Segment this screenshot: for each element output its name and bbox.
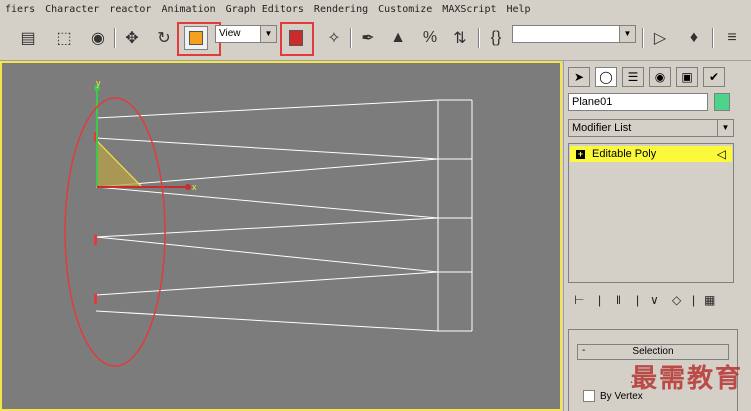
rollout-title: Selection [632, 346, 674, 357]
select-by-name-icon[interactable]: ▤ [16, 26, 40, 50]
subobject-triangle-icon: ◁ [716, 147, 726, 161]
move-icon[interactable]: ✥ [120, 26, 144, 50]
configure-modifier-sets-icon[interactable]: ▦ [704, 293, 715, 307]
modifier-list-label: Modifier List [572, 122, 632, 134]
viewport-canvas: y x [64, 78, 473, 367]
rotate-icon[interactable]: ↻ [152, 26, 176, 50]
separator [114, 28, 116, 48]
show-end-result-icon[interactable]: ‖ [616, 293, 621, 307]
align-icon[interactable]: ♦ [682, 26, 706, 50]
edge-marker [94, 294, 97, 304]
spinner-snap-icon[interactable]: ⇅ [448, 26, 472, 50]
object-name-value: Plane01 [572, 96, 613, 108]
stack-item-label: Editable Poly [592, 148, 657, 160]
menu-item-modifiers[interactable]: fiers [0, 4, 40, 15]
viewport[interactable]: y x [0, 61, 562, 411]
edit-named-selection-icon[interactable]: {} [484, 26, 508, 50]
pin-stack-icon[interactable]: ⊢ [574, 293, 584, 307]
snap-3d-icon[interactable]: ✒ [356, 26, 380, 50]
main-toolbar: ▤ ⬚ ◉ ✥ ↻ View ▼ ✧ ✒ ▲ % ⇅ {} ▼ ▷ ♦ ≡ [0, 18, 751, 61]
wireframe-mesh [95, 99, 473, 332]
rectangle-selection-icon[interactable]: ⬚ [52, 26, 76, 50]
display-tab-icon[interactable]: ▣ [676, 67, 698, 87]
angle-snap-icon[interactable]: ▲ [386, 26, 410, 50]
edge-marker [94, 235, 97, 245]
watermark-logo: 最需教育 [630, 364, 743, 394]
separator: | [692, 293, 696, 307]
create-tab-icon[interactable]: ➤ [568, 67, 590, 87]
menu-item-reactor[interactable]: reactor [104, 4, 156, 15]
percent-snap-icon[interactable]: % [418, 26, 442, 50]
stack-item-editable-poly[interactable]: + Editable Poly ◁ [570, 146, 732, 162]
motion-tab-icon[interactable]: ◉ [649, 67, 671, 87]
layer-manager-icon[interactable]: ≡ [720, 26, 744, 50]
expand-icon[interactable]: + [576, 149, 585, 159]
object-color-swatch[interactable] [714, 93, 730, 111]
chevron-down-icon[interactable]: ▼ [717, 120, 733, 136]
annotation-ellipse [64, 97, 166, 367]
make-unique-icon[interactable]: ∨ [650, 293, 659, 307]
separator: | [598, 293, 602, 307]
modifier-stack: + Editable Poly ◁ [568, 143, 734, 283]
reference-coordinate-dropdown[interactable]: View ▼ [215, 25, 277, 43]
object-name-field[interactable]: Plane01 [568, 93, 708, 111]
menu-item-animation[interactable]: Animation [156, 4, 220, 15]
chevron-down-icon[interactable]: ▼ [619, 26, 635, 42]
separator [642, 28, 644, 48]
menu-item-customize[interactable]: Customize [373, 4, 437, 15]
checkbox-box[interactable] [583, 390, 595, 402]
chevron-down-icon[interactable]: ▼ [260, 26, 276, 42]
mirror-icon[interactable]: ▷ [648, 26, 672, 50]
separator [478, 28, 480, 48]
menu-item-maxscript[interactable]: MAXScript [437, 4, 501, 15]
transform-gizmo[interactable] [94, 85, 191, 190]
menu-item-character[interactable]: Character [40, 4, 104, 15]
menu-item-help[interactable]: Help [501, 4, 535, 15]
separator: | [636, 293, 640, 307]
separator [712, 28, 714, 48]
utilities-tab-icon[interactable]: ✔ [703, 67, 725, 87]
menu-item-graph-editors[interactable]: Graph Editors [221, 4, 309, 15]
menu-item-rendering[interactable]: Rendering [309, 4, 373, 15]
hierarchy-tab-icon[interactable]: ☰ [622, 67, 644, 87]
reference-coordinate-value: View [219, 28, 241, 39]
modify-tab-icon[interactable]: ◯ [595, 67, 617, 87]
axis-x-label: x [192, 182, 197, 192]
axis-y-label: y [96, 78, 101, 88]
named-selection-dropdown[interactable]: ▼ [512, 25, 636, 43]
select-manipulate-icon[interactable]: ✧ [322, 26, 346, 50]
modifier-list-dropdown[interactable]: Modifier List ▼ [568, 119, 734, 137]
remove-modifier-icon[interactable]: ◇ [672, 293, 681, 307]
separator [350, 28, 352, 48]
menu-bar: fiers Character reactor Animation Graph … [0, 0, 751, 18]
highlight-box-pivot [280, 22, 314, 56]
window-crossing-icon[interactable]: ◉ [86, 26, 110, 50]
